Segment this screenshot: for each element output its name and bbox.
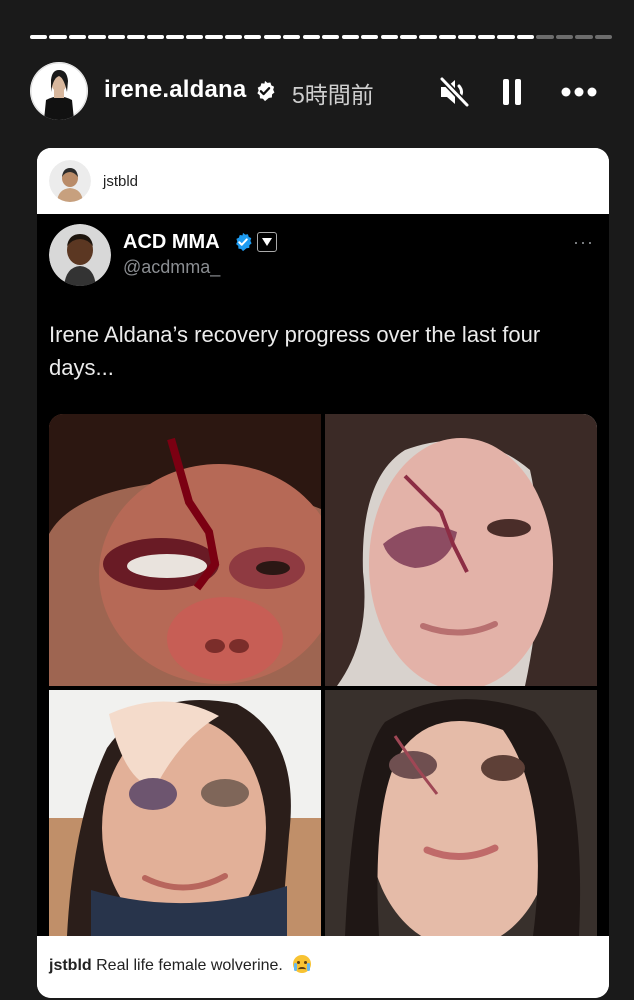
story-progress-segment	[244, 35, 262, 39]
story-progress-segment	[477, 35, 496, 39]
story-progress-segment	[205, 35, 223, 39]
story-progress-segment	[127, 35, 145, 39]
story-progress-segment	[380, 35, 398, 39]
story-header: irene.aldana 5時間前	[30, 60, 604, 122]
tweet-text: Irene Aldana’s recovery progress over th…	[49, 322, 541, 380]
story-progress-segment	[166, 35, 184, 39]
tweet-photo-grid	[49, 414, 597, 936]
story-progress-segment	[107, 35, 126, 39]
repost-header: jstbld	[37, 148, 609, 214]
tweet-photo[interactable]	[325, 414, 597, 686]
story-progress-segment	[322, 35, 340, 39]
story-progress-segment	[146, 35, 165, 39]
story-progress-segment	[30, 35, 48, 39]
tweet-photo[interactable]	[49, 690, 321, 936]
story-progress-segment	[68, 35, 87, 39]
tweet-avatar[interactable]	[49, 224, 111, 286]
verified-icon	[233, 232, 253, 252]
story-progress-bar	[30, 35, 612, 39]
story-progress-segment	[438, 35, 457, 39]
repost-username[interactable]: jstbld	[103, 173, 138, 190]
caption-body: Real life female wolverine.	[96, 957, 283, 974]
mute-icon[interactable]	[437, 76, 473, 108]
story-username[interactable]: irene.aldana	[104, 76, 246, 104]
story-progress-segment	[594, 35, 612, 39]
verified-icon	[254, 80, 276, 102]
story-progress-segment	[419, 35, 437, 39]
embedded-tweet: ACD MMA @acdmma_ ··· Irene Aldana’s reco…	[37, 214, 609, 936]
story-progress-segment	[302, 35, 320, 39]
story-progress-segment	[536, 35, 554, 39]
affiliate-badge-icon	[257, 232, 277, 252]
story-timestamp: 5時間前	[292, 82, 374, 108]
story-progress-segment	[458, 35, 476, 39]
story-progress-segment	[555, 35, 574, 39]
tweet-author-handle[interactable]: @acdmma_	[123, 257, 220, 278]
story-progress-segment	[497, 35, 515, 39]
caption-text: jstbld Real life female wolverine.	[49, 955, 312, 975]
reposted-story-card[interactable]: jstbld ACD MMA @acdmma_ ··· Irene Aldana…	[37, 148, 609, 998]
story-progress-segment	[224, 35, 242, 39]
story-progress-segment	[263, 35, 281, 39]
crying-face-emoji-icon	[293, 955, 312, 973]
tweet-photo[interactable]	[325, 690, 597, 936]
story-progress-segment	[185, 35, 204, 39]
more-icon[interactable]	[558, 76, 602, 108]
caption-username[interactable]: jstbld	[49, 957, 92, 974]
story-progress-segment	[49, 35, 67, 39]
story-progress-segment	[283, 35, 301, 39]
pause-icon[interactable]	[500, 76, 526, 108]
tweet-more-icon[interactable]: ···	[573, 232, 594, 253]
repost-caption: jstbld Real life female wolverine.	[37, 936, 609, 998]
story-progress-segment	[399, 35, 418, 39]
tweet-photo[interactable]	[49, 414, 321, 686]
story-progress-segment	[361, 35, 379, 39]
repost-avatar[interactable]	[49, 160, 91, 202]
story-progress-segment	[341, 35, 359, 39]
story-progress-segment	[575, 35, 593, 39]
avatar[interactable]	[30, 62, 88, 120]
story-progress-segment	[516, 35, 535, 39]
tweet-author-name[interactable]: ACD MMA	[123, 231, 220, 254]
story-progress-segment	[88, 35, 106, 39]
